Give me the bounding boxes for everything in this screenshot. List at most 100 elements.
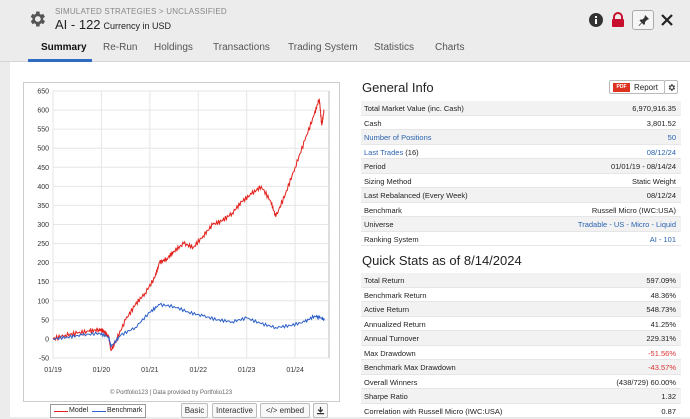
gear-icon bbox=[668, 84, 676, 91]
row-label: Benchmark Return bbox=[364, 290, 427, 300]
report-settings-button[interactable] bbox=[664, 80, 678, 94]
table-row: Benchmark Russell Micro (IWC:USA) bbox=[361, 203, 681, 217]
x-tick-label: 01/19 bbox=[44, 367, 62, 374]
tab-re-run[interactable]: Re-Run bbox=[103, 42, 137, 53]
row-value: 41.25% bbox=[650, 319, 676, 329]
table-row: Correlation with Russell Micro (IWC:USA)… bbox=[361, 404, 681, 418]
row-label: Benchmark Max Drawdown bbox=[364, 363, 456, 372]
performance-chart: 650 600 550 500 450 400 350 300 250 200 150 100 50 0-… bbox=[23, 82, 340, 402]
tab-trading-system[interactable]: Trading System bbox=[288, 42, 358, 53]
row-value: -43.57% bbox=[648, 363, 676, 372]
row-label: Active Return bbox=[364, 305, 410, 314]
last-trades-date-link[interactable]: 08/12/24 bbox=[647, 148, 676, 157]
table-row: Number of Positions 50 bbox=[361, 130, 681, 145]
chart-svg: 650600550500450400350300250200150100500-… bbox=[37, 89, 330, 374]
quick-stats-table: Total Return 597.09% Benchmark Return 48.3… bbox=[361, 273, 681, 418]
quick-stats-title: Quick Stats as of 8/14/2024 bbox=[362, 253, 522, 268]
tab-charts[interactable]: Charts bbox=[435, 42, 464, 53]
row-label: Benchmark bbox=[364, 205, 402, 215]
legend-label-model: Model bbox=[69, 407, 89, 414]
download-button[interactable] bbox=[313, 403, 328, 418]
table-row: Overall Winners (438/729) 60.00% bbox=[361, 375, 681, 389]
y-tick-label: 500 bbox=[37, 146, 49, 153]
y-tick-label: 250 bbox=[37, 241, 49, 248]
info-icon[interactable] bbox=[588, 12, 604, 28]
basic-button[interactable]: Basic bbox=[181, 403, 208, 418]
y-tick-label: 350 bbox=[37, 203, 49, 210]
report-label: Report bbox=[634, 83, 659, 92]
gear-icon[interactable] bbox=[27, 9, 47, 29]
row-value: 6,970,916.35 bbox=[632, 104, 676, 113]
row-value: 48.36% bbox=[650, 290, 676, 300]
y-tick-label: 100 bbox=[37, 298, 49, 305]
table-row: Benchmark Return 48.36% bbox=[361, 288, 681, 302]
table-row: Sizing Method Static Weight bbox=[361, 174, 681, 188]
y-tick-label: 600 bbox=[37, 108, 49, 115]
legend-swatch-model bbox=[54, 411, 68, 412]
tab-holdings[interactable]: Holdings bbox=[154, 42, 193, 53]
row-value: 1.32 bbox=[661, 392, 676, 401]
general-info-table: Total Market Value (inc. Cash) 6,970,916.… bbox=[361, 101, 681, 246]
universe-link[interactable]: Tradable - US - Micro - Liquid bbox=[578, 220, 676, 229]
row-label: Total Return bbox=[364, 276, 405, 285]
table-row: Annual Turnover 229.31% bbox=[361, 331, 681, 346]
legend-label-benchmark: Benchmark bbox=[107, 407, 143, 414]
row-label: Ranking System bbox=[364, 234, 419, 244]
close-icon[interactable] bbox=[659, 12, 675, 28]
y-tick-label: 450 bbox=[37, 165, 49, 172]
last-trades-link[interactable]: Last Trades bbox=[364, 148, 403, 157]
table-row: Total Return 597.09% bbox=[361, 273, 681, 288]
row-label: Period bbox=[364, 162, 386, 171]
embed-button[interactable]: </> embed bbox=[260, 403, 310, 418]
y-tick-label: 400 bbox=[37, 184, 49, 191]
row-value: 08/12/24 bbox=[646, 191, 676, 200]
row-label: Universe bbox=[364, 220, 394, 229]
y-tick-label: 550 bbox=[37, 127, 49, 134]
tab-summary[interactable]: Summary bbox=[41, 42, 87, 53]
number-of-positions-link[interactable]: Number of Positions bbox=[364, 133, 432, 142]
pin-button[interactable] bbox=[632, 10, 654, 30]
row-label: Max Drawdown bbox=[364, 348, 416, 358]
pin-icon bbox=[638, 15, 649, 26]
strategy-name: AI - 122 bbox=[55, 17, 101, 32]
row-value: Static Weight bbox=[631, 176, 676, 186]
row-label: Last Trades (16) bbox=[364, 148, 419, 157]
table-row: Active Return 548.73% bbox=[361, 302, 681, 317]
row-label: Sizing Method bbox=[364, 176, 412, 186]
row-value: Russell Micro (IWC:USA) bbox=[591, 205, 676, 215]
app-header: SIMULATED STRATEGIES > UNCLASSIFIED AI -… bbox=[0, 0, 690, 38]
lock-icon[interactable] bbox=[610, 12, 626, 28]
currency-label: Currency in USD bbox=[103, 21, 172, 31]
tab-bar: Summary Re-Run Holdings Transactions Tra… bbox=[0, 38, 690, 62]
row-label: Overall Winners bbox=[364, 377, 418, 387]
table-row: Cash 3,801.52 bbox=[361, 116, 681, 130]
positions-count-link[interactable]: 50 bbox=[668, 133, 676, 142]
y-tick-label: 650 bbox=[37, 89, 49, 96]
row-label: Annual Turnover bbox=[364, 334, 420, 343]
report-button[interactable]: PDF Report bbox=[609, 80, 665, 94]
download-icon bbox=[316, 406, 325, 415]
y-tick-label: 200 bbox=[37, 260, 49, 267]
tab-statistics[interactable]: Statistics bbox=[374, 42, 414, 53]
tab-transactions[interactable]: Transactions bbox=[213, 42, 270, 53]
row-value: -51.56% bbox=[648, 348, 676, 358]
x-tick-label: 01/24 bbox=[286, 367, 304, 374]
row-label: Cash bbox=[364, 118, 382, 128]
table-row: Benchmark Max Drawdown -43.57% bbox=[361, 360, 681, 375]
legend-swatch-benchmark bbox=[92, 411, 106, 412]
pdf-icon: PDF bbox=[613, 83, 630, 92]
last-trades-count: (16) bbox=[405, 147, 419, 157]
x-tick-label: 01/23 bbox=[238, 367, 256, 374]
row-label: Annualized Return bbox=[364, 319, 426, 329]
row-label: Total Market Value (inc. Cash) bbox=[364, 104, 464, 113]
breadcrumb[interactable]: SIMULATED STRATEGIES > UNCLASSIFIED bbox=[55, 7, 227, 16]
interactive-button[interactable]: Interactive bbox=[212, 403, 257, 418]
row-value: 597.09% bbox=[646, 276, 676, 285]
table-row: Max Drawdown -51.56% bbox=[361, 346, 681, 360]
page-title: AI - 122 Currency in USD bbox=[55, 17, 171, 32]
table-row: Last Trades (16) 08/12/24 bbox=[361, 145, 681, 159]
ranking-system-link[interactable]: AI - 101 bbox=[650, 235, 676, 244]
table-row: Universe Tradable - US - Micro - Liquid bbox=[361, 217, 681, 232]
x-tick-label: 01/21 bbox=[141, 367, 159, 374]
row-value: 3,801.52 bbox=[646, 118, 676, 128]
